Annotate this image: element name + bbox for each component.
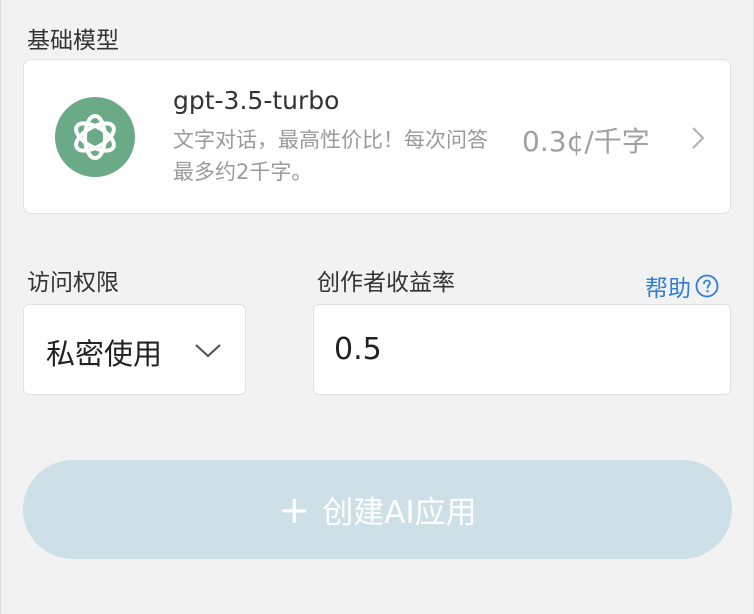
help-link-label: 帮助: [645, 276, 691, 302]
chevron-down-icon: [195, 344, 221, 358]
openai-logo-icon: [55, 97, 135, 177]
base-model-label: 基础模型: [27, 28, 119, 54]
create-ai-app-label: 创建AI应用: [322, 495, 477, 531]
help-link[interactable]: 帮助: [645, 269, 719, 303]
model-name: gpt-3.5-turbo: [173, 86, 340, 115]
question-circle-icon: [695, 274, 719, 298]
revenue-rate-label: 创作者收益率: [317, 270, 455, 296]
model-price: 0.3¢/千字: [522, 125, 650, 158]
model-card[interactable]: gpt-3.5-turbo 文字对话，最高性价比！每次问答最多约2千字。 0.3…: [23, 59, 731, 214]
create-ai-app-button[interactable]: + 创建AI应用: [23, 460, 732, 559]
model-description: 文字对话，最高性价比！每次问答最多约2千字。: [173, 128, 488, 184]
access-permission-label: 访问权限: [27, 270, 119, 296]
access-permission-value: 私密使用: [46, 337, 163, 371]
plus-icon: +: [278, 487, 311, 532]
access-permission-select[interactable]: 私密使用: [23, 304, 246, 395]
chevron-right-icon: [692, 127, 705, 149]
revenue-rate-input[interactable]: [313, 304, 731, 395]
